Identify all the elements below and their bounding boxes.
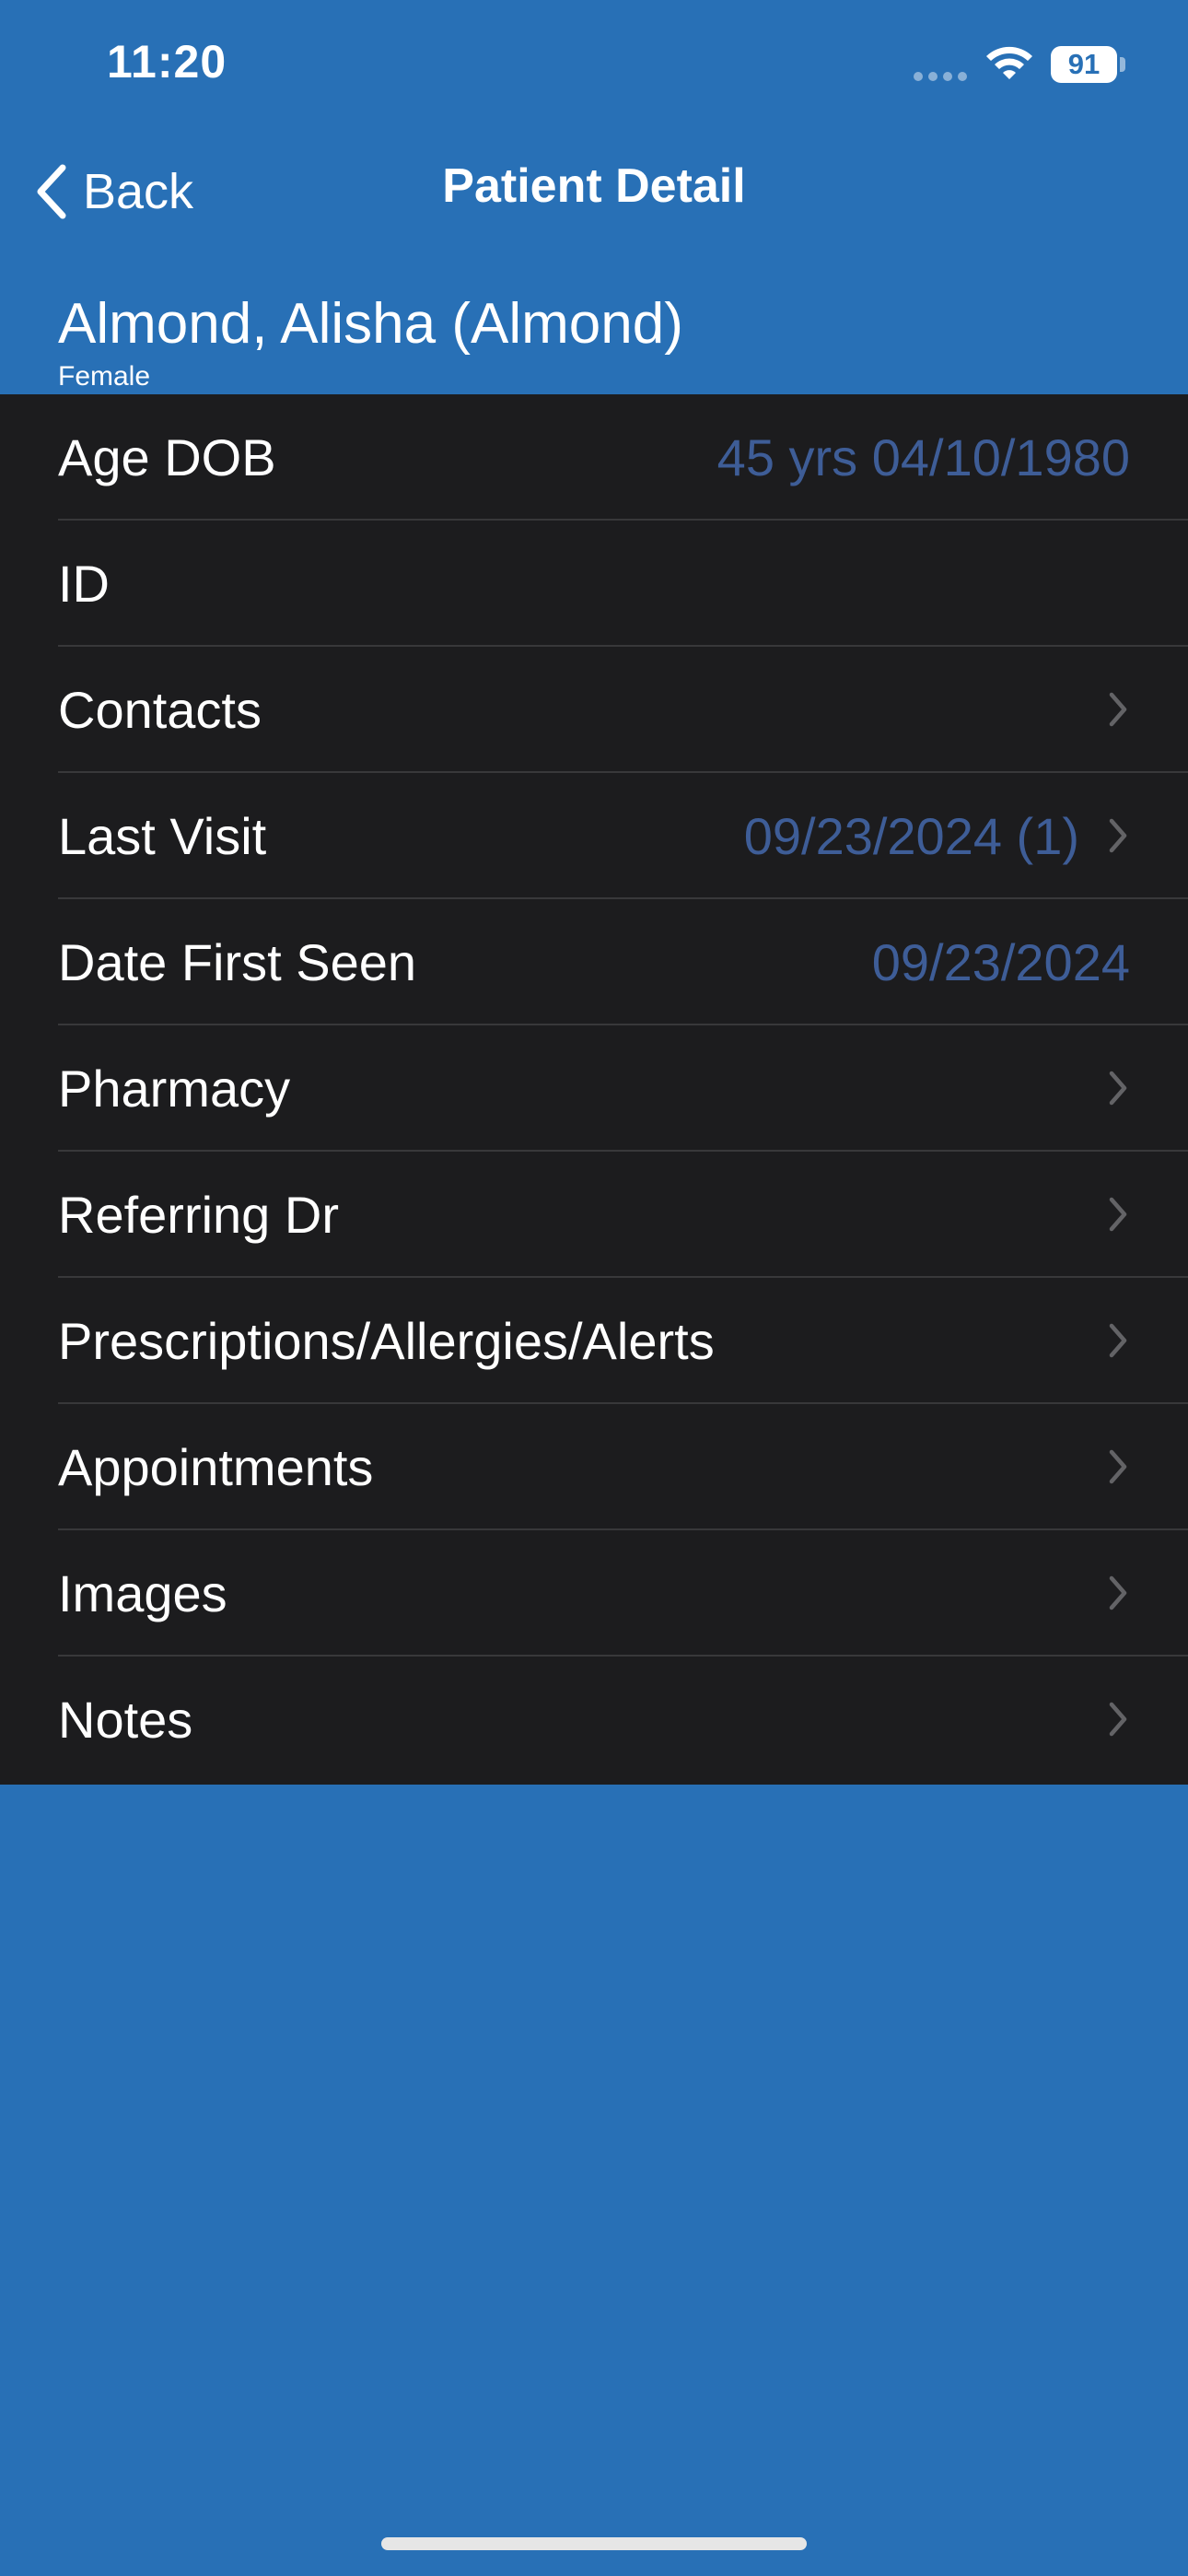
row-prescriptions-allergies-alerts[interactable]: Prescriptions/Allergies/Alerts [0, 1278, 1188, 1404]
status-time: 11:20 [107, 36, 227, 88]
chevron-right-icon [1109, 1323, 1127, 1358]
row-images[interactable]: Images [0, 1530, 1188, 1657]
chevron-right-icon [1109, 1071, 1127, 1106]
row-label: Date First Seen [58, 933, 417, 991]
row-referring-dr[interactable]: Referring Dr [0, 1152, 1188, 1278]
row-notes[interactable]: Notes [0, 1657, 1188, 1783]
row-value: 09/23/2024 [871, 933, 1130, 991]
chevron-right-icon [1109, 1575, 1127, 1610]
row-label: Images [58, 1564, 227, 1622]
home-indicator[interactable] [381, 2537, 807, 2550]
patient-name: Almond, Alisha (Almond) [58, 292, 683, 356]
battery-cap [1120, 57, 1125, 72]
row-label: Prescriptions/Allergies/Alerts [58, 1312, 715, 1370]
chevron-right-icon [1109, 1449, 1127, 1484]
row-value: 09/23/2024 (1) [743, 807, 1079, 865]
battery-icon: 91 [1051, 46, 1117, 83]
row-label: Appointments [58, 1438, 374, 1496]
patient-header: Almond, Alisha (Almond) Female [58, 291, 683, 392]
chevron-right-icon [1109, 1197, 1127, 1232]
chevron-right-icon [1109, 818, 1127, 853]
row-label: Age DOB [58, 428, 276, 486]
row-label: Pharmacy [58, 1060, 291, 1118]
chevron-right-icon [1109, 692, 1127, 727]
chevron-left-icon [37, 164, 66, 218]
back-button[interactable]: Back [33, 157, 193, 226]
row-label: Last Visit [58, 807, 267, 865]
row-label: Contacts [58, 681, 262, 739]
row-contacts[interactable]: Contacts [0, 647, 1188, 773]
row-label: Notes [58, 1691, 193, 1749]
wifi-icon [986, 46, 1032, 79]
row-date-first-seen: Date First Seen 09/23/2024 [0, 899, 1188, 1025]
patient-gender: Female [58, 361, 151, 392]
row-value: 45 yrs 04/10/1980 [716, 428, 1130, 486]
status-bar: 11:20 91 [0, 0, 1188, 138]
battery-level: 91 [1067, 48, 1101, 80]
chevron-right-icon [1109, 1702, 1127, 1737]
row-last-visit[interactable]: Last Visit 09/23/2024 (1) [0, 773, 1188, 899]
cellular-signal-icon [914, 72, 969, 81]
row-appointments[interactable]: Appointments [0, 1404, 1188, 1530]
navigation-bar: Patient Detail Back [0, 138, 1188, 244]
row-label: Referring Dr [58, 1186, 339, 1244]
row-pharmacy[interactable]: Pharmacy [0, 1025, 1188, 1152]
row-label: ID [58, 555, 110, 613]
back-label: Back [83, 163, 194, 219]
row-age-dob: Age DOB 45 yrs 04/10/1980 [0, 394, 1188, 521]
row-id: ID [0, 521, 1188, 647]
patient-detail-list: Age DOB 45 yrs 04/10/1980 ID Contacts La… [0, 394, 1188, 1785]
